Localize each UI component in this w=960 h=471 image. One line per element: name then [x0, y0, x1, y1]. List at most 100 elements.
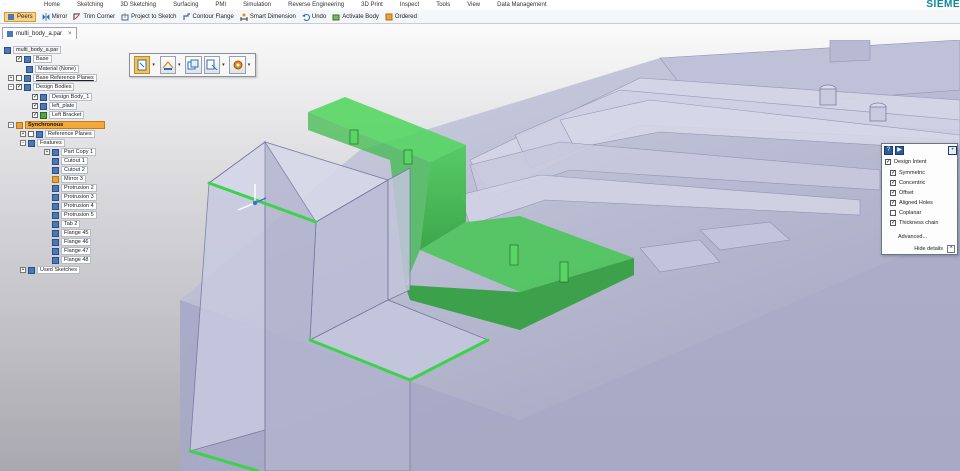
ordered-button[interactable]: Ordered: [385, 13, 417, 21]
tree-item-label: Material (None): [35, 65, 79, 73]
base-planes-checkbox[interactable]: [16, 75, 22, 81]
tree-item-body-3[interactable]: ✓ Left Bracket: [32, 111, 85, 119]
planes-icon: [36, 130, 43, 138]
tree-item-label: Design Body_1: [49, 93, 93, 101]
tree-item-feature[interactable]: Protrusion 4: [52, 202, 97, 210]
option-checkbox[interactable]: ✓: [890, 220, 896, 226]
menu-3d-sketching[interactable]: 3D Sketching: [120, 2, 156, 8]
tree-item-label: Features: [37, 139, 65, 147]
menu-reverse-engineering[interactable]: Reverse Engineering: [288, 2, 344, 8]
expand-icon[interactable]: +: [8, 75, 14, 81]
chevron-up-icon[interactable]: ^: [947, 245, 955, 253]
tree-item-feature[interactable]: Protrusion 2: [52, 184, 97, 192]
settings-button[interactable]: [229, 56, 246, 74]
activate-body-button[interactable]: Activate Body: [332, 13, 379, 21]
option-checkbox[interactable]: ✓: [890, 170, 896, 176]
project-to-sketch-button[interactable]: Project to Sketch: [121, 12, 177, 21]
option-aligned-holes[interactable]: ✓ Aligned Holes: [890, 200, 933, 206]
chevron-down-icon[interactable]: ▾: [248, 62, 252, 68]
close-icon[interactable]: ×: [68, 31, 72, 37]
menu-tools[interactable]: Tools: [436, 2, 450, 8]
tree-item-feature[interactable]: Protrusion 3: [52, 193, 97, 201]
tree-item-design-bodies[interactable]: − ✓ Design Bodies: [8, 83, 75, 91]
tree-item-feature[interactable]: Flange 48: [52, 256, 92, 264]
menu-pmi[interactable]: PMI: [215, 2, 226, 8]
tree-item-feature[interactable]: + Part Copy 1: [44, 148, 97, 156]
option-coplanar[interactable]: Coplanar: [890, 210, 921, 216]
tree-item-feature[interactable]: Flange 46: [52, 238, 92, 246]
option-checkbox[interactable]: ✓: [890, 200, 896, 206]
expand-icon[interactable]: +: [44, 149, 50, 155]
smart-dimension-button[interactable]: Smart Dimension: [240, 13, 296, 21]
tree-item-feature[interactable]: Cutout 1: [52, 157, 88, 165]
base-checkbox[interactable]: ✓: [16, 56, 22, 62]
option-checkbox[interactable]: ✓: [890, 180, 896, 186]
body-checkbox[interactable]: ✓: [32, 94, 38, 100]
tree-item-base[interactable]: ✓ Base: [16, 55, 52, 63]
menu-sketching[interactable]: Sketching: [77, 2, 103, 8]
option-thickness-chain[interactable]: ✓ Thickness chain: [890, 220, 938, 226]
tree-root[interactable]: multi_body_a.par: [4, 46, 62, 54]
tree-item-ref-planes[interactable]: + Reference Planes: [20, 130, 95, 138]
menu-surfacing[interactable]: Surfacing: [173, 2, 198, 8]
menu-home[interactable]: Home: [44, 2, 60, 8]
person-icon[interactable]: •: [948, 146, 957, 155]
tree-item-feature[interactable]: Mirror 3: [52, 175, 86, 183]
collapse-icon[interactable]: −: [8, 122, 14, 128]
copy-button[interactable]: [185, 56, 202, 74]
feature-icon: [52, 211, 59, 219]
peers-button[interactable]: Peers: [4, 11, 36, 22]
move-button[interactable]: [159, 56, 177, 74]
selection-mode-button[interactable]: [134, 56, 151, 74]
feature-icon: [52, 256, 59, 264]
graphics-viewport[interactable]: [0, 40, 960, 471]
design-intent-checkbox[interactable]: ✓: [885, 159, 891, 165]
play-icon[interactable]: ▶: [895, 146, 904, 155]
option-checkbox[interactable]: [890, 210, 896, 216]
chevron-down-icon[interactable]: ▾: [222, 62, 226, 68]
body-checkbox[interactable]: ✓: [32, 103, 38, 109]
collapse-icon[interactable]: −: [8, 84, 14, 90]
tree-item-feature[interactable]: Flange 47: [52, 247, 92, 255]
menu-3d-print[interactable]: 3D Print: [361, 2, 383, 8]
body-checkbox[interactable]: ✓: [32, 112, 38, 118]
detach-button[interactable]: [203, 56, 221, 74]
collapse-icon[interactable]: −: [20, 140, 26, 146]
tree-item-feature[interactable]: Tab 2: [52, 220, 81, 228]
tree-item-used-sketches[interactable]: + Used Sketches: [20, 266, 80, 274]
tree-item-base-planes[interactable]: + Base Reference Planes: [8, 74, 97, 82]
tree-item-body-1[interactable]: ✓ Design Body_1: [32, 93, 93, 101]
option-offset[interactable]: ✓ Offset: [890, 190, 914, 196]
option-checkbox[interactable]: ✓: [890, 190, 896, 196]
contour-flange-button[interactable]: Contour Flange: [182, 12, 234, 21]
option-concentric[interactable]: ✓ Concentric: [890, 180, 925, 186]
hide-details-link[interactable]: Hide details: [914, 246, 943, 252]
advanced-button[interactable]: Advanced...: [898, 234, 927, 240]
menu-view[interactable]: View: [467, 2, 480, 8]
help-icon[interactable]: ?: [884, 146, 893, 155]
undo-button[interactable]: Undo: [301, 13, 326, 21]
chevron-down-icon[interactable]: ▾: [178, 62, 182, 68]
menu-inspect[interactable]: Inspect: [400, 2, 419, 8]
design-bodies-checkbox[interactable]: ✓: [16, 84, 22, 90]
tab-multi-body[interactable]: multi_body_a.par ×: [2, 27, 77, 39]
tree-item-label: Synchronous: [25, 121, 105, 129]
tree-item-material[interactable]: Material (None): [26, 65, 79, 73]
tree-item-feature[interactable]: Flange 45: [52, 229, 92, 237]
ref-planes-checkbox[interactable]: [28, 131, 34, 137]
chevron-down-icon[interactable]: ▾: [152, 62, 156, 68]
tree-item-synchronous[interactable]: − Synchronous: [8, 121, 105, 129]
tree-item-feature[interactable]: Protrusion 5: [52, 211, 97, 219]
expand-icon[interactable]: +: [20, 131, 26, 137]
mirror-button[interactable]: Mirror: [42, 12, 67, 21]
expand-icon[interactable]: +: [20, 267, 26, 273]
design-intent-toggle[interactable]: ✓ Design Intent: [885, 159, 926, 165]
tree-item-features[interactable]: − Features: [20, 139, 65, 147]
tree-item-label: Base: [33, 55, 52, 63]
option-symmetric[interactable]: ✓ Symmetric: [890, 170, 925, 176]
trim-corner-button[interactable]: Trim Corner: [73, 13, 115, 21]
menu-simulation[interactable]: Simulation: [243, 2, 271, 8]
tree-item-body-2[interactable]: ✓ left_plate: [32, 102, 78, 110]
tree-item-feature[interactable]: Cutout 2: [52, 166, 88, 174]
menu-data-management[interactable]: Data Management: [497, 2, 546, 8]
